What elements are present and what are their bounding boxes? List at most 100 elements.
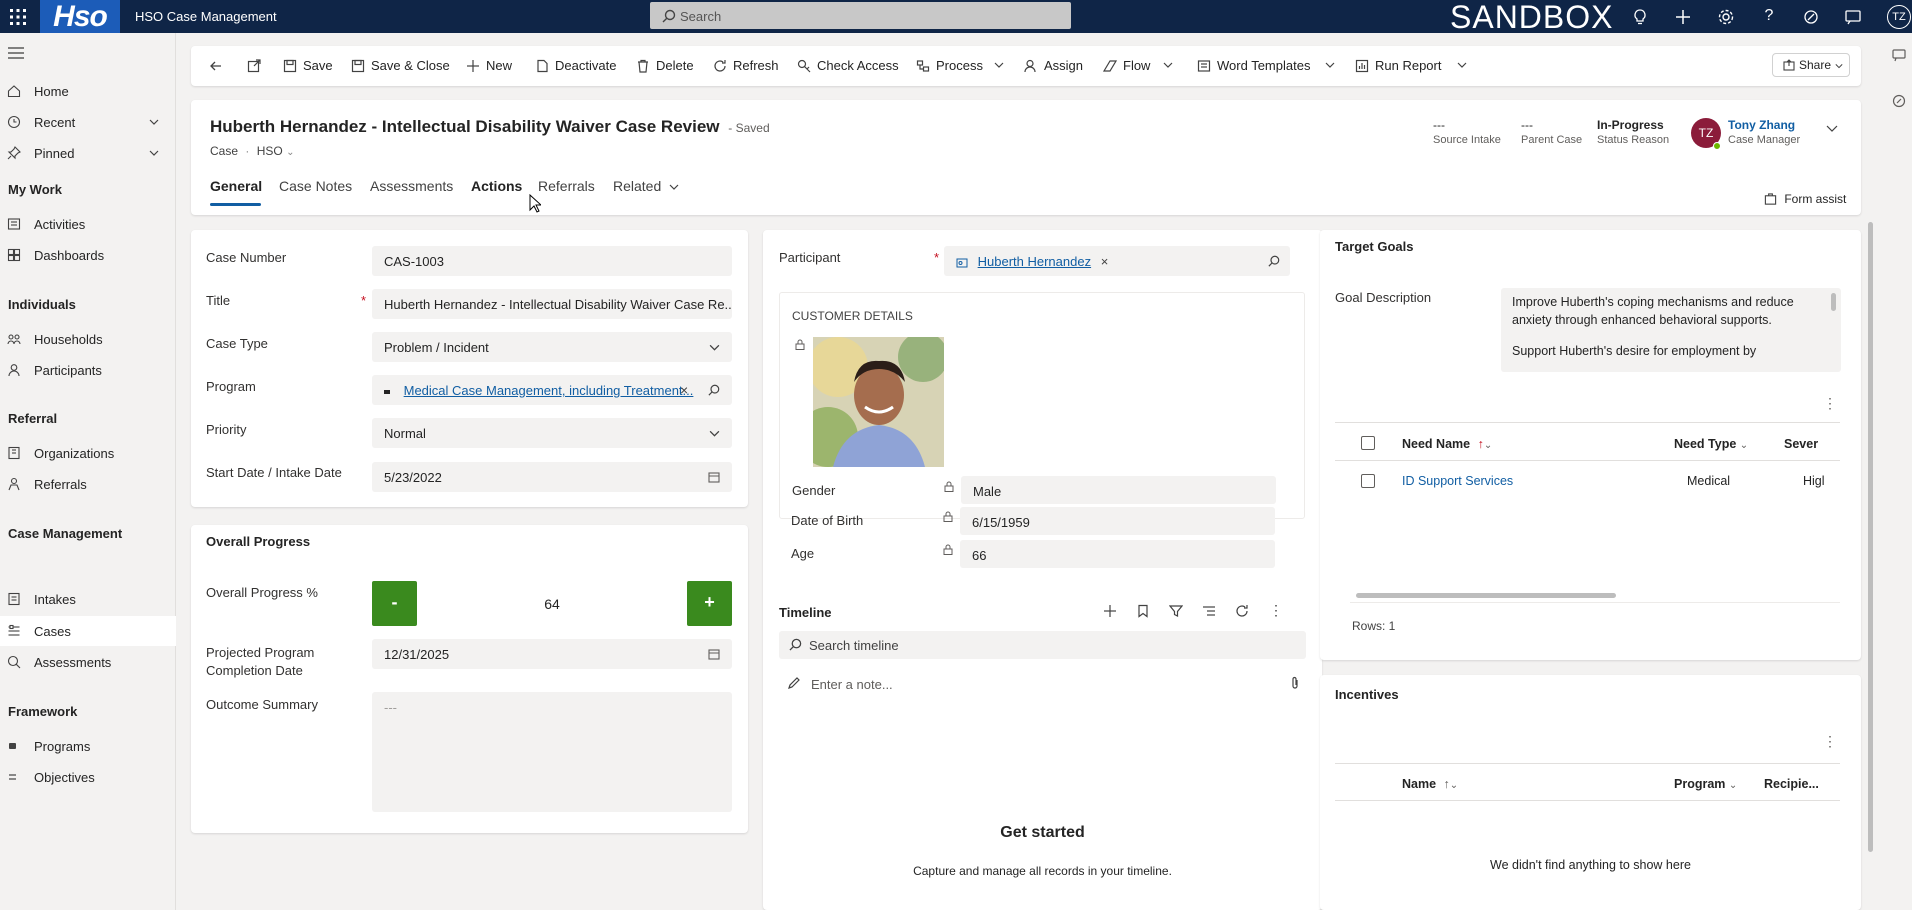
row-checkbox[interactable]: [1361, 474, 1375, 488]
more-options-icon[interactable]: ⋮: [1269, 602, 1283, 619]
sidebar-item-participants[interactable]: Participants: [0, 355, 176, 385]
calendar-icon[interactable]: [708, 648, 720, 660]
bookmark-icon[interactable]: [1136, 604, 1150, 618]
search-icon[interactable]: [1268, 255, 1280, 267]
tab-referrals[interactable]: Referrals: [538, 178, 595, 194]
timeline-note-input[interactable]: Enter a note...: [779, 670, 1306, 698]
hamburger-menu-icon[interactable]: [8, 47, 24, 59]
sidebar-item-organizations[interactable]: Organizations: [0, 438, 176, 468]
table-row[interactable]: ID Support Services Medical Higl: [1335, 463, 1840, 499]
tab-assessments[interactable]: Assessments: [370, 178, 453, 194]
outcome-summary-textarea[interactable]: ---: [372, 692, 732, 812]
sidebar-item-pinned[interactable]: Pinned: [0, 138, 176, 168]
program-link[interactable]: Medical Case Management, including Treat…: [404, 383, 694, 398]
copilot-icon[interactable]: [1801, 7, 1821, 27]
program-lookup[interactable]: Medical Case Management, including Treat…: [372, 375, 732, 405]
chat-icon[interactable]: [1843, 7, 1863, 27]
attachment-icon[interactable]: [1290, 676, 1300, 690]
col-need-name[interactable]: Need Name ↑⌄: [1402, 437, 1492, 451]
header-expand-chevron-icon[interactable]: [1825, 121, 1839, 135]
tab-actions[interactable]: Actions: [471, 178, 522, 194]
user-avatar[interactable]: TZ: [1887, 5, 1911, 29]
increase-progress-button[interactable]: +: [687, 581, 732, 626]
owner-field[interactable]: Tony Zhang Case Manager: [1728, 118, 1800, 146]
filter-icon[interactable]: [1169, 604, 1183, 618]
more-options-icon[interactable]: ⋮: [1823, 733, 1837, 750]
assign-button[interactable]: Assign: [1024, 58, 1083, 73]
save-and-close-button[interactable]: Save & Close: [351, 58, 450, 73]
timeline-search-input[interactable]: Search timeline: [779, 631, 1306, 659]
check-access-button[interactable]: Check Access: [797, 58, 899, 73]
select-all-checkbox[interactable]: [1361, 436, 1375, 450]
tab-case-notes[interactable]: Case Notes: [279, 178, 352, 194]
need-name-link[interactable]: ID Support Services: [1402, 474, 1513, 488]
col-incentive-program[interactable]: Program ⌄: [1674, 777, 1737, 791]
gear-icon[interactable]: [1716, 7, 1736, 27]
plus-icon[interactable]: [1673, 7, 1693, 27]
new-button[interactable]: New: [466, 58, 512, 73]
chevron-down-icon[interactable]: ⌄: [286, 147, 294, 158]
sidebar-item-objectives[interactable]: Objectives: [0, 762, 176, 792]
col-incentive-recipient[interactable]: Recipie...: [1764, 777, 1819, 791]
chevron-down-icon[interactable]: [148, 147, 160, 159]
sidebar-item-assessments[interactable]: Assessments: [0, 647, 176, 677]
col-severity[interactable]: Sever: [1784, 437, 1818, 451]
help-icon[interactable]: ?: [1759, 7, 1779, 27]
owner-name[interactable]: Tony Zhang: [1728, 118, 1800, 132]
sidebar-item-intakes[interactable]: Intakes: [0, 584, 176, 614]
lightbulb-icon[interactable]: [1630, 7, 1650, 27]
app-name[interactable]: HSO Case Management: [135, 9, 277, 24]
calendar-icon[interactable]: [708, 471, 720, 483]
delete-button[interactable]: Delete: [636, 58, 694, 73]
goal-description-textarea[interactable]: Improve Huberth's coping mechanisms and …: [1501, 288, 1841, 372]
clear-icon[interactable]: ×: [680, 382, 688, 398]
title-field[interactable]: Huberth Hernandez - Intellectual Disabil…: [372, 289, 732, 319]
sidebar-item-referrals[interactable]: Referrals: [0, 469, 176, 499]
progress-value[interactable]: 64: [417, 596, 687, 612]
case-number-field[interactable]: CAS-1003: [372, 246, 732, 276]
horizontal-scrollbar[interactable]: [1356, 593, 1616, 598]
start-date-field[interactable]: 5/23/2022: [372, 462, 732, 492]
participant-link[interactable]: Huberth Hernandez: [978, 254, 1091, 269]
refresh-button[interactable]: Refresh: [713, 58, 779, 73]
source-intake-field[interactable]: --- Source Intake: [1433, 118, 1501, 146]
sidebar-item-programs[interactable]: Programs: [0, 731, 176, 761]
sidebar-item-recent[interactable]: Recent: [0, 107, 176, 137]
share-button[interactable]: Share: [1772, 53, 1850, 77]
projected-date-field[interactable]: 12/31/2025: [372, 639, 732, 669]
clear-icon[interactable]: ×: [1101, 254, 1109, 269]
word-templates-button[interactable]: Word Templates: [1197, 58, 1335, 73]
plus-icon[interactable]: [1103, 604, 1117, 618]
global-search-input[interactable]: Search: [650, 2, 1071, 29]
sidebar-item-cases[interactable]: Cases: [0, 616, 176, 646]
sidebar-item-home[interactable]: Home: [0, 76, 176, 106]
deactivate-button[interactable]: Deactivate: [535, 58, 616, 73]
list-icon[interactable]: [1202, 604, 1216, 618]
run-report-button[interactable]: Run Report: [1355, 58, 1467, 73]
col-incentive-name[interactable]: Name ↑⌄: [1402, 777, 1458, 791]
form-selector[interactable]: HSO: [257, 144, 283, 158]
parent-case-field[interactable]: --- Parent Case: [1521, 118, 1582, 146]
case-type-select[interactable]: Problem / Incident: [372, 332, 732, 362]
save-button[interactable]: Save: [283, 58, 333, 73]
col-need-type[interactable]: Need Type ⌄: [1674, 437, 1748, 451]
form-assist-button[interactable]: Form assist: [1764, 192, 1846, 206]
sidebar-item-activities[interactable]: Activities: [0, 209, 176, 239]
tab-general[interactable]: General: [210, 178, 262, 194]
textarea-scrollbar[interactable]: [1831, 293, 1836, 311]
sidebar-item-households[interactable]: Households: [0, 324, 176, 354]
side-pane-copilot-icon[interactable]: [1892, 94, 1906, 108]
more-options-icon[interactable]: ⋮: [1823, 395, 1837, 412]
app-launcher-icon[interactable]: [8, 7, 28, 27]
refresh-icon[interactable]: [1235, 604, 1249, 618]
search-icon[interactable]: [708, 384, 720, 396]
decrease-progress-button[interactable]: -: [372, 581, 417, 626]
chevron-down-icon[interactable]: [148, 116, 160, 128]
participant-lookup[interactable]: Huberth Hernandez ×: [944, 246, 1290, 276]
process-button[interactable]: Process: [916, 58, 1004, 73]
tab-related[interactable]: Related: [613, 178, 679, 194]
main-scrollbar[interactable]: [1868, 222, 1873, 852]
sidebar-item-dashboards[interactable]: Dashboards: [0, 240, 176, 270]
side-pane-chat-icon[interactable]: [1892, 48, 1906, 62]
priority-select[interactable]: Normal: [372, 418, 732, 448]
